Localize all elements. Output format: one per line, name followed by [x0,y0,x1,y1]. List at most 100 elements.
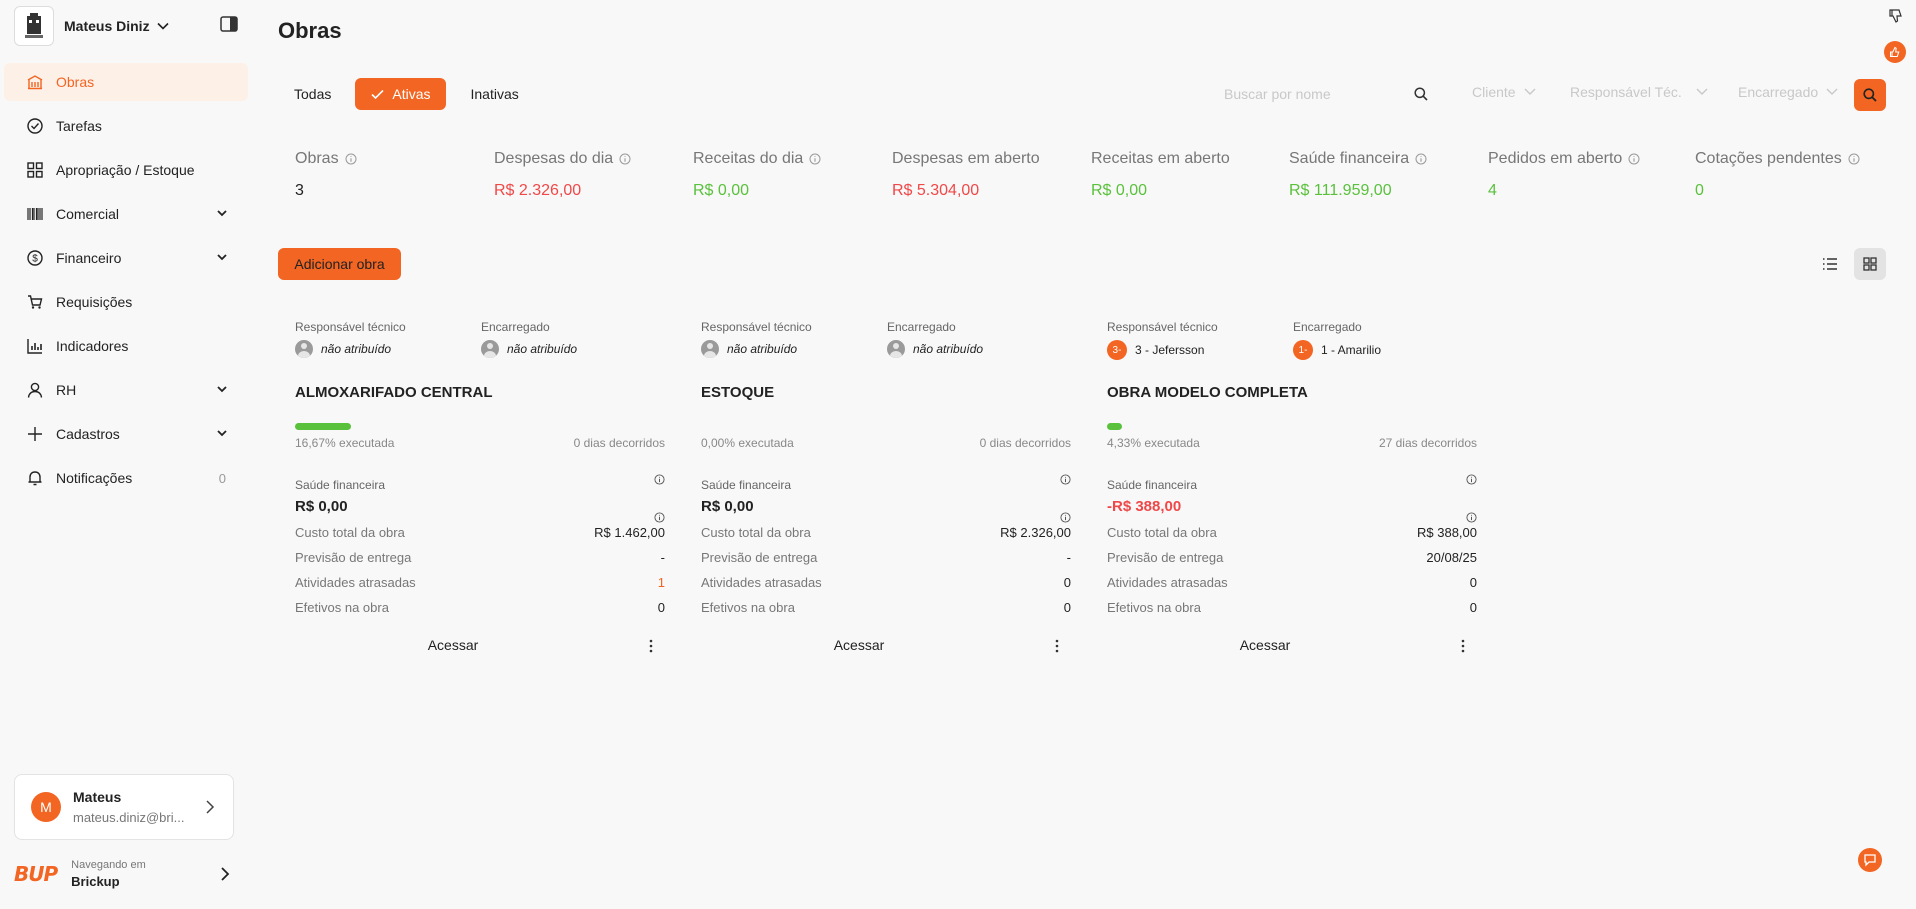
kv-value: 20/08/25 [1426,550,1477,565]
more-options-icon[interactable] [649,639,653,653]
stat-value: 3 [295,182,304,199]
thumbs-down-icon[interactable] [1888,8,1906,29]
search-input[interactable] [1224,86,1414,102]
chart-icon [26,337,44,355]
stat-obras: Obras 3 [295,150,357,200]
stat-label: Despesas do dia [494,150,614,167]
stat-receitas-dia: Receitas do dia R$ 0,00 [693,150,821,200]
sidebar-item-financeiro[interactable]: $ Financeiro [4,239,248,277]
person-icon [887,340,905,358]
sidebar-item-label: Tarefas [56,118,102,134]
info-icon[interactable] [1060,474,1071,485]
previsao-row: Previsão de entrega - [295,550,665,565]
select-label: Cliente [1472,84,1516,100]
person-icon [481,340,499,358]
thumbs-up-icon[interactable] [1884,41,1906,63]
days-elapsed: 0 dias decorridos [979,436,1071,450]
kv-label: Atividades atrasadas [295,575,416,590]
info-icon[interactable] [1848,153,1860,165]
info-icon[interactable] [1628,153,1640,165]
org-switcher[interactable]: Mateus Diniz [14,6,170,46]
chevron-right-icon [206,800,215,814]
cliente-select[interactable]: Cliente [1472,84,1536,100]
grid-view-icon[interactable] [1854,248,1886,280]
building-icon [26,73,44,91]
sidebar-item-rh[interactable]: RH [4,371,248,409]
saude-value: R$ 0,00 [295,498,348,515]
list-view-icon[interactable] [1814,248,1846,280]
kv-label: Previsão de entrega [295,550,412,565]
chat-support-icon[interactable] [1858,848,1882,872]
role-value: não atribuído [913,342,984,356]
kv-value: 0 [657,600,665,615]
progress-text: 16,67% executada [295,436,395,450]
sidebar-item-notificacoes[interactable]: Notificações 0 [4,459,248,497]
sidebar-item-comercial[interactable]: Comercial [4,195,248,233]
person-icon [295,340,313,358]
info-icon[interactable] [654,512,665,523]
stat-despesas-aberto: Despesas em aberto R$ 5.304,00 [892,150,1040,200]
sidebar-item-indicadores[interactable]: Indicadores [4,327,248,365]
encarregado-select[interactable]: Encarregado [1738,84,1838,100]
info-icon[interactable] [1060,512,1071,523]
info-icon[interactable] [345,153,357,165]
progress-fill [1107,423,1122,430]
search-icon [1863,88,1877,102]
sidebar-item-label: RH [56,382,77,398]
acessar-button[interactable]: Acessar [1107,637,1423,653]
stat-label: Despesas em aberto [892,150,1040,167]
stat-label: Cotações pendentes [1695,150,1842,167]
more-options-icon[interactable] [1055,639,1059,653]
role-label: Encarregado [887,320,956,334]
workspace-switcher[interactable]: BUP Navegando em Brickup [14,852,234,896]
info-icon[interactable] [1466,512,1477,523]
kv-value: 0 [1469,600,1477,615]
kv-value: 0 [1063,600,1071,615]
role-value: não atribuído [507,342,578,356]
custo-row: Custo total da obra R$ 2.326,00 [701,525,1071,540]
progress-bar [295,423,665,430]
info-icon[interactable] [619,153,631,165]
custo-row: Custo total da obra R$ 1.462,00 [295,525,665,540]
progress-fill [295,423,351,430]
stat-label: Obras [295,150,339,167]
kv-label: Efetivos na obra [1107,600,1201,615]
info-icon[interactable] [654,474,665,485]
stat-pedidos-aberto: Pedidos em aberto 4 [1488,150,1640,200]
sidebar-item-obras[interactable]: Obras [4,63,248,101]
sidebar-item-apropriacao[interactable]: Apropriação / Estoque [4,151,248,189]
org-name: Mateus Diniz [64,18,150,34]
search-icon[interactable] [1414,87,1428,101]
days-elapsed: 27 dias decorridos [1378,436,1477,450]
previsao-row: Previsão de entrega 20/08/25 [1107,550,1477,565]
responsavel-select[interactable]: Responsável Téc. [1570,84,1708,100]
chevron-right-icon [221,867,230,881]
select-label: Encarregado [1738,84,1819,100]
sidebar-item-label: Comercial [56,206,120,222]
sidebar-item-label: Cadastros [56,426,120,442]
chevron-down-icon [1826,88,1838,95]
info-icon[interactable] [809,153,821,165]
sidebar-item-cadastros[interactable]: Cadastros [4,415,248,453]
sidebar-toggle-icon[interactable] [220,16,238,37]
acessar-button[interactable]: Acessar [701,637,1017,653]
role-label: Encarregado [1293,320,1362,334]
role-label: Encarregado [481,320,550,334]
search-button[interactable] [1854,79,1886,111]
sidebar-item-requisicoes[interactable]: Requisições [4,283,248,321]
stat-cotacoes-pendentes: Cotações pendentes 0 [1695,150,1860,200]
tab-inativas[interactable]: Inativas [454,78,534,110]
more-options-icon[interactable] [1461,639,1465,653]
info-icon[interactable] [1466,474,1477,485]
kv-label: Atividades atrasadas [1107,575,1228,590]
sidebar-item-tarefas[interactable]: Tarefas [4,107,248,145]
acessar-button[interactable]: Acessar [295,637,611,653]
add-obra-button[interactable]: Adicionar obra [278,248,401,280]
user-email: mateus.diniz@bri... [73,810,185,825]
tab-ativas[interactable]: Ativas [355,78,447,110]
tab-todas[interactable]: Todas [278,78,347,110]
check-circle-icon [26,117,44,135]
progress-text: 4,33% executada [1107,436,1200,450]
user-card[interactable]: M Mateus mateus.diniz@bri... [14,774,234,840]
info-icon[interactable] [1415,153,1427,165]
